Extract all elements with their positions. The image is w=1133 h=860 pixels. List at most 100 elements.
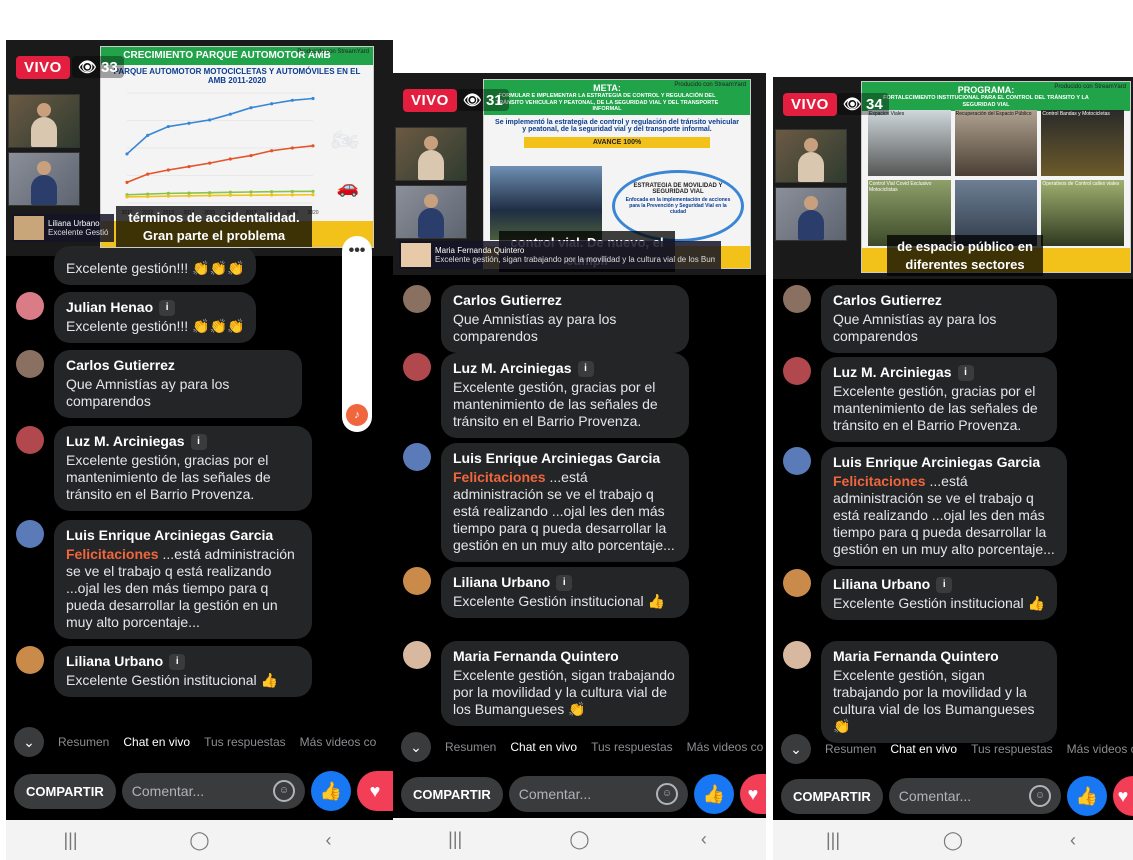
data-point	[290, 146, 294, 150]
avatar[interactable]	[783, 569, 811, 597]
comment-input[interactable]: Comentar... ☺	[888, 778, 1061, 814]
avatar[interactable]	[403, 567, 431, 595]
avatar[interactable]	[783, 641, 811, 669]
avatar[interactable]	[403, 641, 431, 669]
comment-bubble[interactable]: Liliana Urbano i Excelente Gestión instit…	[441, 567, 689, 618]
home-icon[interactable]: ◯	[933, 830, 973, 851]
recent-apps-icon[interactable]: |||	[435, 829, 475, 850]
tab-mas-videos[interactable]: Más videos co	[300, 735, 377, 749]
avatar[interactable]	[16, 292, 44, 320]
avatar[interactable]	[783, 447, 811, 475]
data-point	[290, 193, 294, 197]
comment-bubble[interactable]: Carlos Gutierrez Que Amnistías ay para l…	[54, 350, 302, 418]
floating-menu[interactable]: ••• ♪	[342, 236, 372, 432]
chat-comment: Carlos Gutierrez Que Amnistías ay para l…	[403, 285, 689, 353]
comment-bubble[interactable]: Luis Enrique Arciniegas Garcia Felicitac…	[54, 520, 312, 639]
more-icon[interactable]: •••	[349, 242, 366, 260]
avatar[interactable]	[783, 357, 811, 385]
tab-tus-respuestas[interactable]: Tus respuestas	[971, 742, 1053, 756]
chat-comment: Luis Enrique Arciniegas Garcia Felicitac…	[16, 520, 312, 639]
tab-mas-videos[interactable]: Más videos co	[687, 740, 764, 754]
tab-tus-respuestas[interactable]: Tus respuestas	[204, 735, 286, 749]
comment-input[interactable]: Comentar... ☺	[508, 776, 688, 812]
data-point	[166, 191, 170, 195]
live-video[interactable]: VIVO 👁 33 CRECIMIENTO PARQUE AUTOMOTOR AM…	[6, 40, 393, 256]
back-icon[interactable]: ‹	[684, 829, 724, 850]
tab-chat-en-vivo[interactable]: Chat en vivo	[510, 740, 577, 754]
android-nav-bar-2: ||| ◯ ‹	[393, 818, 766, 860]
recent-apps-icon[interactable]: |||	[813, 830, 853, 851]
tab-tus-respuestas[interactable]: Tus respuestas	[591, 740, 673, 754]
emoji-icon[interactable]: ☺	[1029, 785, 1051, 807]
comment-bubble[interactable]: Carlos Gutierrez Que Amnistías ay para l…	[441, 285, 689, 353]
chat-comment: Carlos Gutierrez Que Amnistías ay para l…	[16, 350, 302, 418]
chat-comment: Liliana Urbano i Excelente Gestión instit…	[16, 646, 312, 697]
data-point	[125, 180, 129, 184]
home-icon[interactable]: ◯	[559, 829, 599, 850]
back-icon[interactable]: ‹	[309, 830, 349, 851]
live-video[interactable]: VIVO 👁 31 META: FORMULAR E IMPLEMENTAR LA…	[393, 73, 766, 275]
comment-bubble[interactable]: Carlos Gutierrez Que Amnistías ay para l…	[821, 285, 1057, 353]
chat-comment: Luis Enrique Arciniegas Garcia Felicitac…	[403, 443, 689, 562]
comment-bubble[interactable]: Luis Enrique Arciniegas Garcia Felicitac…	[821, 447, 1067, 566]
slide-body: Se implementó la estrategia de control y…	[495, 119, 739, 134]
comment-bubble[interactable]: Luis Enrique Arciniegas Garcia Felicitac…	[441, 443, 689, 562]
avatar[interactable]	[16, 646, 44, 674]
data-point	[208, 161, 212, 165]
like-icon[interactable]: 👍	[694, 774, 734, 814]
streamyard-brand: Producido con StreamYard	[1054, 84, 1126, 90]
heart-icon[interactable]: ♥	[1113, 776, 1133, 816]
sound-icon[interactable]: ♪	[346, 404, 368, 426]
comment-bubble[interactable]: Luz M. Arciniegas i Excelente gestión, gr…	[821, 357, 1057, 442]
speaker-cams	[8, 94, 80, 206]
tab-chat-en-vivo[interactable]: Chat en vivo	[890, 742, 957, 756]
chevron-down-icon[interactable]: ⌄	[781, 734, 811, 764]
comment-bubble[interactable]: Julian Henao i Excelente gestión!!! 👏👏👏	[54, 292, 257, 343]
avatar[interactable]	[403, 353, 431, 381]
comment-bubble[interactable]: Luz M. Arciniegas i Excelente gestión, gr…	[441, 353, 689, 438]
live-badge: VIVO	[16, 56, 70, 79]
home-icon[interactable]: ◯	[180, 830, 220, 851]
comment-bubble[interactable]: Excelente gestión!!! 👏👏👏	[54, 246, 257, 285]
avatar[interactable]	[16, 520, 44, 548]
avatar[interactable]	[403, 285, 431, 313]
data-point	[290, 189, 294, 194]
avatar[interactable]	[16, 350, 44, 378]
tab-mas-videos[interactable]: Más videos co	[1067, 742, 1133, 756]
comment-bubble[interactable]: Liliana Urbano i Excelente Gestión instit…	[54, 646, 312, 697]
emoji-icon[interactable]: ☺	[273, 780, 295, 802]
comment-bubble[interactable]: Luz M. Arciniegas i Excelente gestión, gr…	[54, 426, 312, 511]
chevron-down-icon[interactable]: ⌄	[401, 732, 431, 762]
comment-bubble[interactable]: Maria Fernanda Quintero Excelente gestió…	[441, 641, 689, 726]
recent-apps-icon[interactable]: |||	[51, 830, 91, 851]
car-icon: 🚗	[336, 177, 359, 197]
heart-icon[interactable]: ♥	[740, 774, 766, 814]
avatar[interactable]	[783, 285, 811, 313]
tab-resumen[interactable]: Resumen	[445, 740, 496, 754]
heart-icon[interactable]: ♥	[357, 771, 393, 811]
like-icon[interactable]: 👍	[311, 771, 351, 811]
comment-input[interactable]: Comentar... ☺	[121, 773, 305, 809]
data-point	[249, 190, 253, 194]
back-icon[interactable]: ‹	[1053, 830, 1093, 851]
avatar[interactable]	[16, 426, 44, 454]
streamyard-brand: Producido con StreamYard	[674, 82, 746, 88]
tab-resumen[interactable]: Resumen	[58, 735, 109, 749]
comment-bubble[interactable]: Maria Fernanda Quintero Excelente gestió…	[821, 641, 1057, 743]
avatar[interactable]	[403, 443, 431, 471]
action-bar: COMPARTIR Comentar... ☺ 👍 ♥	[393, 773, 766, 815]
tab-resumen[interactable]: Resumen	[825, 742, 876, 756]
data-point	[146, 172, 150, 176]
share-button[interactable]: COMPARTIR	[401, 776, 503, 812]
comment-bubble[interactable]: Liliana Urbano i Excelente Gestión instit…	[821, 569, 1057, 620]
data-point	[166, 124, 170, 129]
tab-chat-en-vivo[interactable]: Chat en vivo	[123, 735, 190, 749]
data-point	[125, 152, 129, 156]
emoji-icon[interactable]: ☺	[656, 783, 678, 805]
share-button[interactable]: COMPARTIR	[14, 773, 116, 809]
live-video[interactable]: VIVO 👁 34 PROGRAMA: FORTALECIMIENTO INSTI…	[773, 77, 1133, 279]
like-icon[interactable]: 👍	[1067, 776, 1107, 816]
chat-comment: Liliana Urbano i Excelente Gestión instit…	[403, 567, 689, 618]
chevron-down-icon[interactable]: ⌄	[14, 727, 44, 757]
share-button[interactable]: COMPARTIR	[781, 778, 883, 814]
